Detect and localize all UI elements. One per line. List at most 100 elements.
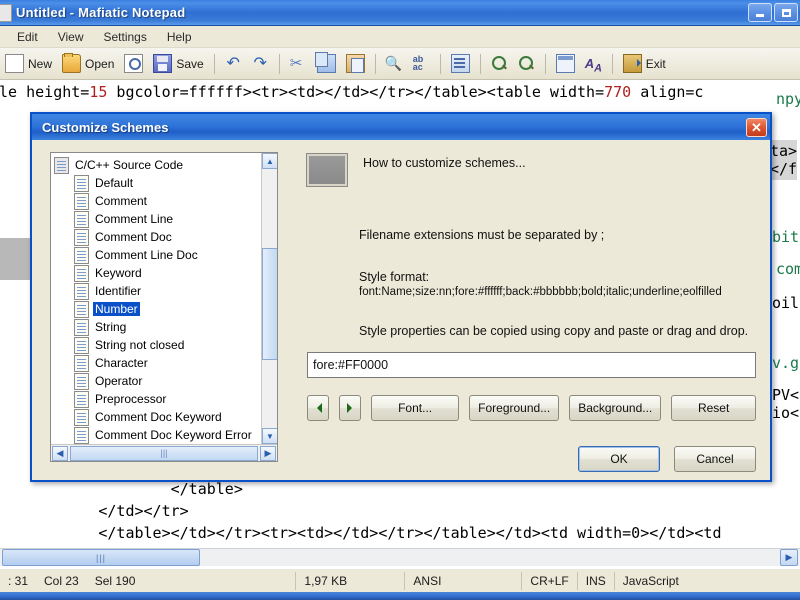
background-button[interactable]: Background... xyxy=(569,395,662,421)
tree-item-comment-doc-keyword-error[interactable]: Comment Doc Keyword Error xyxy=(54,426,261,444)
tree-item-number[interactable]: Number xyxy=(54,300,261,318)
tree-vertical-scrollbar[interactable]: ▲ ▼ xyxy=(261,153,277,444)
toolbar-new[interactable]: New xyxy=(0,52,57,76)
tree-item-comment-line[interactable]: Comment Line xyxy=(54,210,261,228)
toolbar-window-list[interactable] xyxy=(551,52,580,76)
code-fragment-right: com xyxy=(776,260,800,278)
close-icon[interactable]: ✕ xyxy=(746,117,767,137)
customize-schemes-dialog: Customize Schemes ✕ C/C++ Source Code De… xyxy=(30,112,772,482)
toolbar-separator xyxy=(278,53,280,74)
minimize-button[interactable] xyxy=(748,3,772,22)
tree-item-identifier[interactable]: Identifier xyxy=(54,282,261,300)
scroll-right-arrow-icon[interactable]: ▶ xyxy=(260,445,276,461)
toolbar-redo[interactable]: ↷ xyxy=(247,52,274,76)
next-style-button[interactable] xyxy=(339,395,362,421)
code-number: 770 xyxy=(604,83,632,101)
find-binoculars-icon xyxy=(385,55,403,72)
menu-settings[interactable]: Settings xyxy=(94,28,155,46)
toolbar-exit[interactable]: Exit xyxy=(618,52,671,76)
tree-item-keyword[interactable]: Keyword xyxy=(54,264,261,282)
status-filesize: 1,97 KB xyxy=(304,573,348,588)
tree-item-label: Comment Line Doc xyxy=(95,248,198,262)
scrollbar-thumb[interactable]: ||| xyxy=(2,549,200,566)
cancel-button[interactable]: Cancel xyxy=(674,446,756,472)
tree-item-operator[interactable]: Operator xyxy=(54,372,261,390)
info-heading: How to customize schemes... xyxy=(363,156,526,170)
toolbar-paste[interactable] xyxy=(341,52,370,76)
scroll-left-arrow-icon[interactable]: ◀ xyxy=(52,445,68,461)
toolbar-zoom-out[interactable] xyxy=(513,52,540,76)
tree-hscrollbar-thumb[interactable]: ||| xyxy=(70,445,258,461)
scroll-right-arrow-icon[interactable]: ▶ xyxy=(780,549,798,566)
goto-line-icon xyxy=(450,54,470,73)
menu-help[interactable]: Help xyxy=(158,28,201,46)
info-line-copy-hint: Style properties can be copied using cop… xyxy=(359,324,749,338)
tree-item-label: Identifier xyxy=(95,284,142,298)
tree-item-string[interactable]: String xyxy=(54,318,261,336)
toolbar-undo[interactable]: ↶ xyxy=(220,52,247,76)
toolbar-replace[interactable]: ab ac xyxy=(408,52,435,76)
tree-item-string-not-closed[interactable]: String not closed xyxy=(54,336,261,354)
cut-scissors-icon xyxy=(290,55,307,72)
menu-view[interactable]: View xyxy=(49,28,93,46)
previous-style-button[interactable] xyxy=(307,395,330,421)
toolbar-cut[interactable] xyxy=(285,52,312,76)
tree-item-comment-doc[interactable]: Comment Doc xyxy=(54,228,261,246)
code-number: 15 xyxy=(89,83,108,101)
toolbar-goto-line[interactable] xyxy=(446,52,475,76)
reset-button[interactable]: Reset xyxy=(671,395,756,421)
status-insert-mode: INS xyxy=(585,573,606,588)
maximize-button[interactable] xyxy=(774,3,798,22)
dialog-titlebar: Customize Schemes ✕ xyxy=(32,114,770,140)
tree-item-preprocessor[interactable]: Preprocessor xyxy=(54,390,261,408)
tree-item-comment[interactable]: Comment xyxy=(54,192,261,210)
toolbar-separator xyxy=(544,53,546,74)
minimize-icon xyxy=(756,14,764,17)
document-icon xyxy=(74,300,89,318)
toolbar-open[interactable]: Open xyxy=(57,52,119,76)
foreground-button[interactable]: Foreground... xyxy=(469,395,560,421)
code-text: </table></td></tr><tr><td></td></tr></ta… xyxy=(0,524,722,542)
info-header: How to customize schemes... xyxy=(307,152,756,186)
document-icon xyxy=(74,174,89,192)
toolbar-separator xyxy=(439,53,441,74)
toolbar-zoom-in[interactable] xyxy=(486,52,513,76)
toolbar-separator xyxy=(479,53,481,74)
arrow-left-icon xyxy=(312,403,322,413)
font-button[interactable]: Font... xyxy=(371,395,460,421)
toolbar-font[interactable]: AA xyxy=(580,52,607,76)
scroll-up-arrow-icon[interactable]: ▲ xyxy=(262,153,277,169)
tree-scrollbar-thumb[interactable] xyxy=(262,248,277,360)
style-definition-input[interactable]: fore:#FF0000 xyxy=(307,352,756,378)
tree-item-comment-line-doc[interactable]: Comment Line Doc xyxy=(54,246,261,264)
code-fragment-right: bit xyxy=(772,228,800,246)
tree-item-default[interactable]: Default xyxy=(54,174,261,192)
editor-horizontal-scrollbar[interactable]: ||| ▶ xyxy=(0,548,800,566)
tree-item-label: Comment Doc xyxy=(95,230,172,244)
tree-item-comment-doc-keyword[interactable]: Comment Doc Keyword xyxy=(54,408,261,426)
toolbar-copy[interactable] xyxy=(312,52,341,76)
menu-edit[interactable]: Edit xyxy=(8,28,47,46)
font-icon: AA xyxy=(584,56,602,75)
status-selection: Sel 190 xyxy=(94,573,136,588)
toolbar-find[interactable] xyxy=(381,52,408,76)
ok-button[interactable]: OK xyxy=(578,446,660,472)
schemes-tree[interactable]: C/C++ Source Code Default Comment Commen… xyxy=(50,152,278,462)
window-title: Untitled - Mafiatic Notepad xyxy=(16,5,186,20)
status-column: Col 23 xyxy=(44,573,79,588)
undo-icon: ↶ xyxy=(226,55,240,72)
window-list-icon xyxy=(555,54,575,73)
code-fragment-right: oil xyxy=(772,294,800,312)
tree-root-item[interactable]: C/C++ Source Code xyxy=(54,156,261,174)
toolbar-save[interactable]: Save xyxy=(148,52,208,76)
document-icon xyxy=(74,192,89,210)
tree-item-label: Comment Doc Keyword Error xyxy=(95,428,252,442)
status-language: JavaScript xyxy=(622,573,679,588)
save-floppy-icon xyxy=(153,54,173,73)
scroll-down-arrow-icon[interactable]: ▼ xyxy=(262,428,277,444)
tree-item-label: String xyxy=(95,320,127,334)
toolbar-separator xyxy=(374,53,376,74)
tree-item-character[interactable]: Character xyxy=(54,354,261,372)
toolbar-print-preview[interactable] xyxy=(119,52,148,76)
tree-horizontal-scrollbar[interactable]: ◀ ||| ▶ xyxy=(51,444,277,461)
